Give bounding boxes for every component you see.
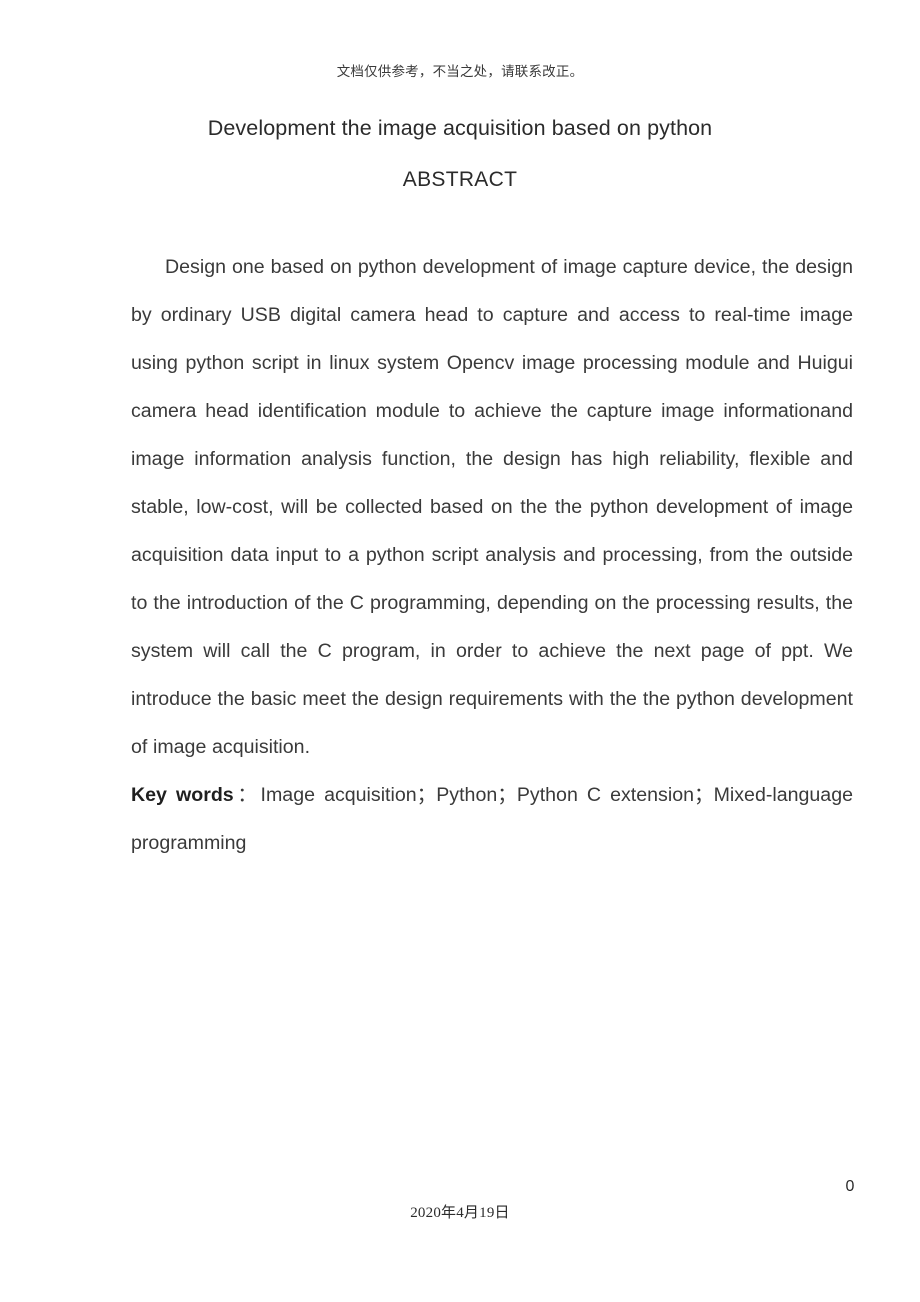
document-page: 文档仅供参考，不当之处，请联系改正。 Development the image… — [0, 0, 920, 1302]
abstract-paragraph: Design one based on python development o… — [131, 256, 853, 758]
keywords-label: Key words — [131, 784, 234, 806]
footer-date: 2020年4月19日 — [410, 1205, 510, 1221]
header-disclaimer: 文档仅供参考，不当之处，请联系改正。 — [336, 64, 584, 79]
section-heading-abstract: ABSTRACT — [402, 168, 518, 191]
abstract-body: Design one based on python development o… — [131, 243, 853, 867]
keywords-line: Key words：Image acquisition；Python；Pytho… — [131, 771, 853, 867]
keywords-separator: ： — [233, 784, 261, 806]
page-number: 0 — [845, 1178, 855, 1195]
page-title: Development the image acquisition based … — [207, 116, 713, 140]
